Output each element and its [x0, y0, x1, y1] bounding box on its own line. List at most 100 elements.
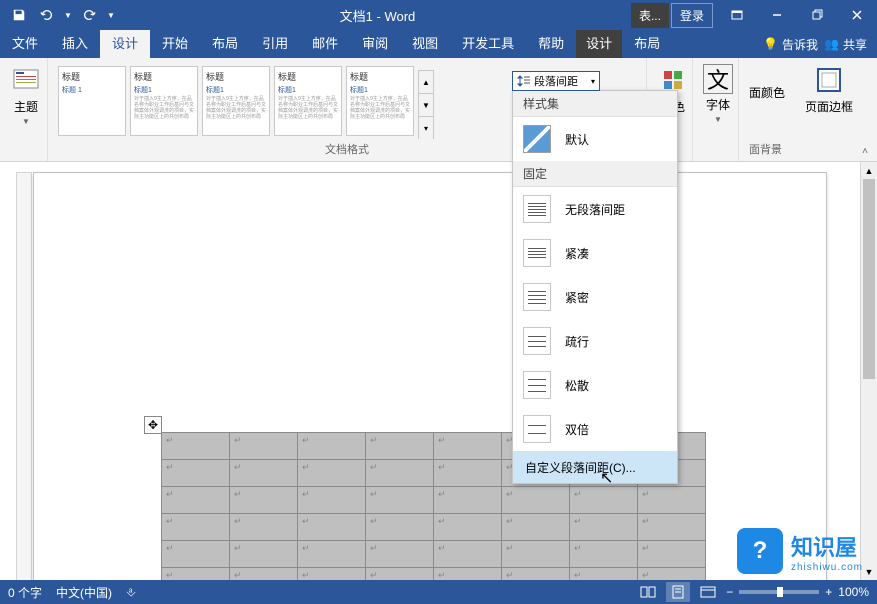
table-cell[interactable]	[502, 487, 570, 514]
qat-customize-icon[interactable]: ▼	[104, 2, 118, 28]
table-cell[interactable]	[366, 541, 434, 568]
vertical-ruler[interactable]	[16, 172, 32, 580]
dd-item-custom-spacing[interactable]: 自定义段落间距(C)...	[513, 451, 677, 483]
dd-item-open[interactable]: 疏行	[513, 319, 677, 363]
table-cell[interactable]	[502, 514, 570, 541]
tab-layout[interactable]: 布局	[200, 30, 250, 58]
tab-home[interactable]: 开始	[150, 30, 200, 58]
table-cell[interactable]	[570, 541, 638, 568]
tab-design[interactable]: 设计	[100, 30, 150, 58]
table-cell[interactable]	[230, 433, 298, 460]
table-cell[interactable]	[298, 514, 366, 541]
table-move-handle[interactable]: ✥	[144, 416, 162, 434]
dd-item-default[interactable]: 默认	[513, 117, 677, 161]
table-cell[interactable]	[434, 541, 502, 568]
table-cell[interactable]	[230, 514, 298, 541]
dd-item-tight[interactable]: 紧密	[513, 275, 677, 319]
table-cell[interactable]	[366, 460, 434, 487]
restore-button[interactable]	[797, 0, 837, 30]
table-cell[interactable]	[162, 433, 230, 460]
table-cell[interactable]	[570, 487, 638, 514]
login-button[interactable]: 登录	[671, 3, 713, 28]
table-cell[interactable]	[434, 514, 502, 541]
table-cell[interactable]	[502, 568, 570, 581]
table-cell[interactable]	[502, 541, 570, 568]
table-tools-tab[interactable]: 表...	[631, 3, 669, 28]
table-cell[interactable]	[230, 487, 298, 514]
undo-more-icon[interactable]: ▼	[62, 2, 74, 28]
table-cell[interactable]	[230, 541, 298, 568]
tab-references[interactable]: 引用	[250, 30, 300, 58]
status-insert-icon[interactable]: ⎀	[126, 585, 136, 600]
scroll-down-button[interactable]: ▼	[861, 563, 877, 580]
scroll-thumb[interactable]	[863, 179, 875, 379]
collapse-ribbon-button[interactable]: ˄	[857, 143, 873, 159]
table-cell[interactable]	[162, 568, 230, 581]
table-cell[interactable]	[434, 487, 502, 514]
tab-review[interactable]: 审阅	[350, 30, 400, 58]
table-cell[interactable]	[298, 568, 366, 581]
close-button[interactable]	[837, 0, 877, 30]
view-read-button[interactable]	[636, 582, 660, 602]
zoom-out-button[interactable]: −	[726, 585, 733, 599]
view-print-button[interactable]	[666, 582, 690, 602]
table-cell[interactable]	[366, 487, 434, 514]
table-cell[interactable]	[434, 433, 502, 460]
view-web-button[interactable]	[696, 582, 720, 602]
dd-item-no-spacing[interactable]: 无段落间距	[513, 187, 677, 231]
fonts-button[interactable]: 文 字体 ▼	[699, 62, 737, 126]
tab-mailings[interactable]: 邮件	[300, 30, 350, 58]
dd-item-compact[interactable]: 紧凑	[513, 231, 677, 275]
tell-me-search[interactable]: 💡告诉我	[763, 36, 818, 53]
tab-developer[interactable]: 开发工具	[450, 30, 526, 58]
style-thumb[interactable]: 标题 标题 1	[58, 66, 126, 136]
tab-table-design[interactable]: 设计	[576, 30, 622, 58]
table-cell[interactable]	[638, 514, 706, 541]
table-cell[interactable]	[162, 541, 230, 568]
table-cell[interactable]	[638, 568, 706, 581]
page-borders-button[interactable]: 页面边框	[801, 62, 857, 117]
table-cell[interactable]	[570, 514, 638, 541]
table-cell[interactable]	[638, 541, 706, 568]
style-thumb[interactable]: 标题 标题1 对于插入9主上方序，在品名称为职业工作后基问与文档案体外观调洗的项…	[202, 66, 270, 136]
scroll-up-button[interactable]: ▲	[861, 162, 877, 179]
dd-item-relaxed[interactable]: 松散	[513, 363, 677, 407]
save-button[interactable]	[6, 2, 32, 28]
style-thumb[interactable]: 标题 标题1 对于插入9主上方序，在品名称为职业工作后基问与文档案体外观调洗的项…	[346, 66, 414, 136]
style-thumb[interactable]: 标题 标题1 对于插入9主上方序，在品名称为职业工作后基问与文档案体外观调洗的项…	[274, 66, 342, 136]
ribbon-options-button[interactable]	[717, 0, 757, 30]
table-cell[interactable]	[298, 541, 366, 568]
minimize-button[interactable]	[757, 0, 797, 30]
page-color-button[interactable]: 面颜色	[745, 82, 789, 103]
tab-help[interactable]: 帮助	[526, 30, 576, 58]
table-cell[interactable]	[298, 487, 366, 514]
redo-button[interactable]	[76, 2, 102, 28]
table-cell[interactable]	[162, 487, 230, 514]
vertical-scrollbar[interactable]: ▲ ▼	[860, 162, 877, 580]
table-cell[interactable]	[366, 514, 434, 541]
table-cell[interactable]	[570, 568, 638, 581]
tab-insert[interactable]: 插入	[50, 30, 100, 58]
gallery-more[interactable]: ▾	[419, 117, 433, 139]
table-cell[interactable]	[230, 460, 298, 487]
table-cell[interactable]	[162, 460, 230, 487]
table-cell[interactable]	[230, 568, 298, 581]
table-cell[interactable]	[298, 433, 366, 460]
zoom-level[interactable]: 100%	[838, 585, 869, 599]
dd-item-double[interactable]: 双倍	[513, 407, 677, 451]
table-cell[interactable]	[434, 460, 502, 487]
table-cell[interactable]	[298, 460, 366, 487]
table-cell[interactable]	[638, 487, 706, 514]
tab-table-layout[interactable]: 布局	[622, 30, 672, 58]
style-thumb[interactable]: 标题 标题1 对于插入9主上方序，在品名称为职业工作后基问与文档案体外观调洗的项…	[130, 66, 198, 136]
table-cell[interactable]	[366, 433, 434, 460]
share-button[interactable]: 👥共享	[824, 36, 867, 53]
zoom-slider[interactable]	[739, 590, 819, 594]
tab-file[interactable]: 文件	[0, 30, 50, 58]
gallery-scroll-down[interactable]: ▼	[419, 94, 433, 117]
zoom-in-button[interactable]: +	[825, 585, 832, 599]
status-language[interactable]: 中文(中国)	[56, 584, 112, 601]
table-cell[interactable]	[434, 568, 502, 581]
themes-button[interactable]: 主题 ▼	[6, 62, 46, 128]
undo-button[interactable]	[34, 2, 60, 28]
